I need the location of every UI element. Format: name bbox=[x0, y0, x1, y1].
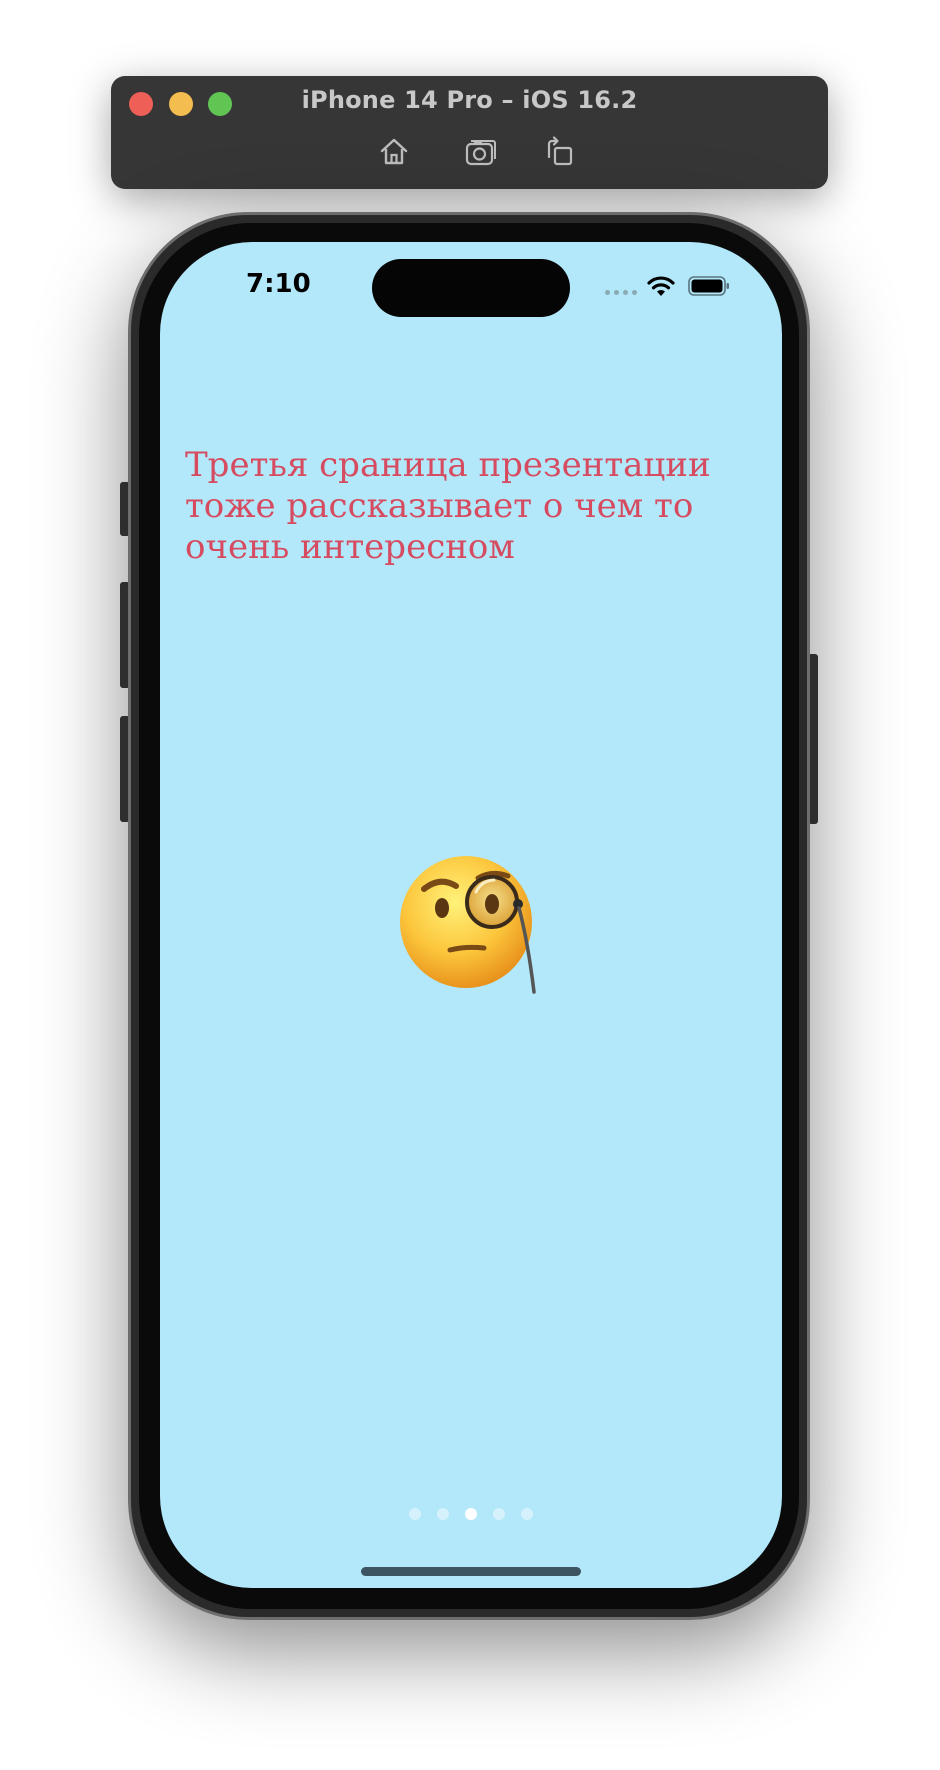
screenshot-icon bbox=[465, 140, 496, 166]
home-icon bbox=[380, 138, 408, 165]
rotate-button[interactable] bbox=[542, 134, 578, 170]
wifi-icon bbox=[647, 276, 675, 296]
simulator-title-bar: iPhone 14 Pro – iOS 16.2 bbox=[111, 76, 828, 189]
page-dot-3-current[interactable] bbox=[465, 1508, 477, 1520]
page-dot-2[interactable] bbox=[437, 1508, 449, 1520]
page-dot-4[interactable] bbox=[493, 1508, 505, 1520]
cellular-signal-icon bbox=[605, 290, 637, 295]
status-time: 7:10 bbox=[246, 269, 311, 299]
page-dot-5[interactable] bbox=[521, 1508, 533, 1520]
home-button[interactable] bbox=[376, 134, 412, 170]
page-headline: Третья сраница презентации тоже рассказы… bbox=[185, 445, 711, 567]
page-control[interactable] bbox=[160, 1508, 782, 1520]
simulator-window: iPhone 14 Pro – iOS 16.2 7:10 Третья сра… bbox=[0, 0, 940, 1770]
dynamic-island bbox=[372, 259, 570, 317]
battery-icon bbox=[688, 276, 729, 296]
app-screen[interactable]: 7:10 Третья сраница презентации тоже рас… bbox=[160, 242, 782, 1588]
page-dot-1[interactable] bbox=[409, 1508, 421, 1520]
screenshot-button[interactable] bbox=[463, 134, 499, 170]
simulator-title: iPhone 14 Pro – iOS 16.2 bbox=[301, 86, 638, 114]
rotate-icon bbox=[547, 136, 573, 166]
home-indicator[interactable] bbox=[361, 1567, 581, 1576]
face-with-monocle-icon bbox=[400, 856, 536, 994]
